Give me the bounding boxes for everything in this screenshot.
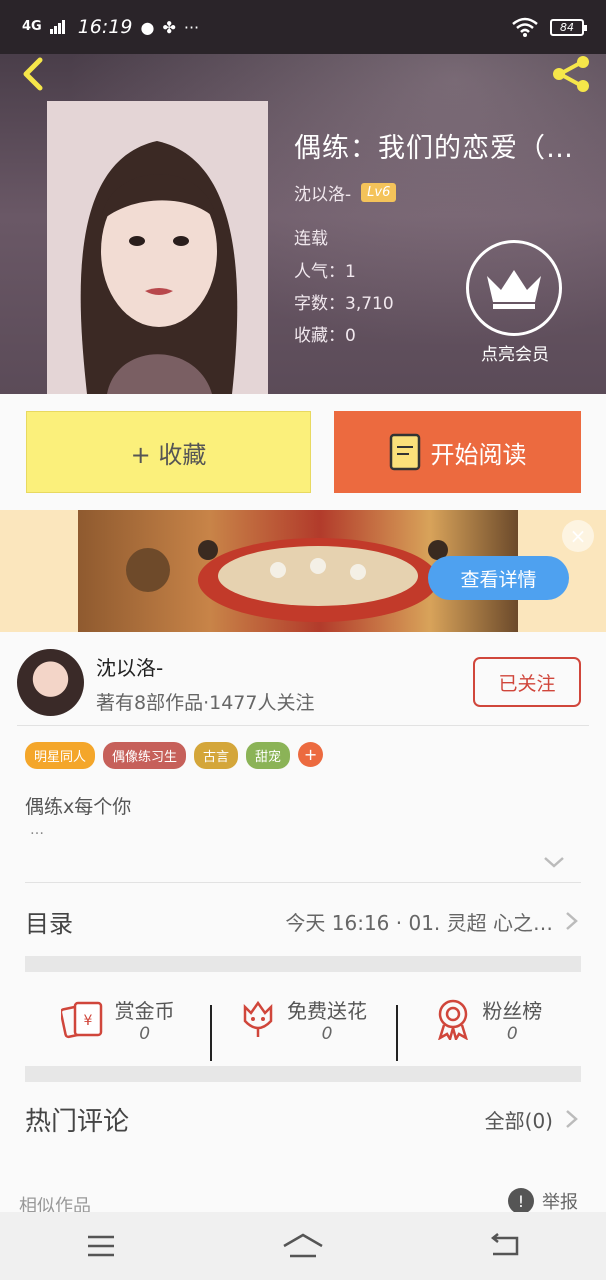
- red-envelope-icon: ¥: [60, 1001, 102, 1039]
- reward-count: 0: [321, 1023, 333, 1044]
- network-indicator: 4G: [22, 19, 42, 34]
- tag[interactable]: 古言: [194, 742, 239, 769]
- chevron-down-icon: [544, 857, 564, 868]
- vip-label: 点亮会员: [481, 345, 549, 365]
- book-description: 偶练x每个你: [25, 796, 132, 818]
- tag[interactable]: 偶像练习生: [103, 742, 187, 769]
- add-to-favorites-button[interactable]: + 收藏: [26, 411, 311, 493]
- back-button[interactable]: [14, 54, 54, 94]
- send-flower-button[interactable]: 免费送花 0: [210, 995, 395, 1061]
- serial-status: 连载: [294, 229, 328, 249]
- author-card-stats: 著有8部作品·1477人关注: [96, 692, 315, 714]
- wifi-icon: [512, 17, 538, 37]
- home-button[interactable]: [273, 1226, 333, 1266]
- status-bar: 4G 16:19 ● ✤ ··· 84: [0, 0, 606, 54]
- section-separator: [25, 1066, 581, 1082]
- section-separator: [25, 956, 581, 972]
- crown-icon: [466, 240, 562, 336]
- chevron-right-icon: [566, 912, 578, 930]
- share-button[interactable]: [550, 54, 594, 94]
- latest-chapter: 今天 16:16 · 01. 灵超 心之…: [285, 910, 553, 935]
- home-icon: [283, 1233, 323, 1258]
- reward-count: 0: [506, 1023, 518, 1044]
- author-card: 沈以洛- 著有8部作品·1477人关注 已关注 明星同人 偶像练习生 古言 甜宠…: [0, 632, 606, 1217]
- system-nav-bar: [0, 1212, 606, 1280]
- cover-portrait-image: [47, 101, 268, 394]
- add-tag-button[interactable]: +: [298, 742, 324, 767]
- chevron-right-icon[interactable]: [561, 1107, 581, 1131]
- follow-button[interactable]: 已关注: [473, 657, 581, 707]
- alert-icon: !: [508, 1188, 534, 1214]
- toc-label: 目录: [25, 909, 73, 938]
- chevron-left-icon: [23, 57, 43, 91]
- divider: [17, 725, 589, 726]
- level-badge: Lv6: [361, 183, 397, 202]
- flower-icon: [243, 1000, 273, 1037]
- share-icon: [553, 56, 589, 92]
- action-bar: + 收藏 开始阅读: [0, 394, 606, 510]
- expand-button[interactable]: [542, 854, 566, 870]
- author-name[interactable]: 沈以洛-: [294, 180, 351, 205]
- description-ellipsis: …: [30, 822, 44, 838]
- pinwheel-icon: ✤: [162, 17, 176, 37]
- tag-list: 明星同人 偶像练习生 古言 甜宠 +: [25, 742, 324, 769]
- svg-text:¥: ¥: [83, 1013, 92, 1029]
- status-time: 16:19: [77, 16, 133, 38]
- popularity-stat: 人气：1: [294, 262, 356, 282]
- tag[interactable]: 甜宠: [246, 742, 291, 769]
- start-reading-label: 开始阅读: [430, 440, 527, 469]
- reward-label: 粉丝榜: [482, 998, 543, 1023]
- all-comments-link[interactable]: 全部(0): [485, 1105, 553, 1134]
- signal-icon: [49, 20, 65, 34]
- vip-button[interactable]: 点亮会员: [466, 240, 564, 365]
- author-avatar[interactable]: [17, 649, 84, 716]
- battery-level: 84: [560, 20, 574, 34]
- report-button[interactable]: ! 举报: [508, 1188, 578, 1214]
- word-count-stat: 字数：3,710: [294, 294, 394, 314]
- book-title: 偶练：我们的恋爱（…: [294, 133, 574, 164]
- menu-icon: [88, 1235, 114, 1257]
- divider: [25, 882, 581, 883]
- reward-bar: ¥ 赏金币 0 免费送花 0 粉丝榜 0: [25, 972, 581, 1066]
- reward-label: 赏金币: [114, 998, 175, 1023]
- start-reading-button[interactable]: 开始阅读: [334, 411, 581, 493]
- reward-coins-button[interactable]: ¥ 赏金币 0: [25, 995, 210, 1044]
- wechat-icon: ●: [140, 17, 155, 37]
- tag[interactable]: 明星同人: [25, 742, 96, 769]
- reward-label: 免费送花: [286, 998, 367, 1023]
- battery-icon: 84: [550, 18, 587, 36]
- back-nav-button[interactable]: [475, 1226, 535, 1266]
- menu-button[interactable]: [71, 1226, 131, 1266]
- author-card-name[interactable]: 沈以洛-: [96, 652, 163, 681]
- hot-comments-header: 热门评论 全部(0): [25, 1094, 581, 1144]
- book-cover[interactable]: [47, 101, 268, 394]
- close-icon[interactable]: ×: [562, 520, 594, 552]
- table-of-contents-row[interactable]: 目录 今天 16:16 · 01. 灵超 心之…: [25, 890, 581, 952]
- return-icon: [490, 1233, 519, 1256]
- medal-icon: [438, 999, 469, 1040]
- author-row[interactable]: 沈以洛- Lv6: [294, 180, 397, 205]
- reward-count: 0: [139, 1023, 151, 1044]
- report-label: 举报: [542, 1192, 578, 1213]
- favorites-stat: 收藏：0: [294, 326, 356, 346]
- banner-details-button[interactable]: 查看详情: [428, 556, 569, 600]
- comments-title: 热门评论: [25, 1106, 130, 1137]
- more-notifications: ···: [183, 17, 200, 37]
- book-icon: [389, 433, 420, 471]
- fan-ranking-button[interactable]: 粉丝榜 0: [395, 995, 581, 1061]
